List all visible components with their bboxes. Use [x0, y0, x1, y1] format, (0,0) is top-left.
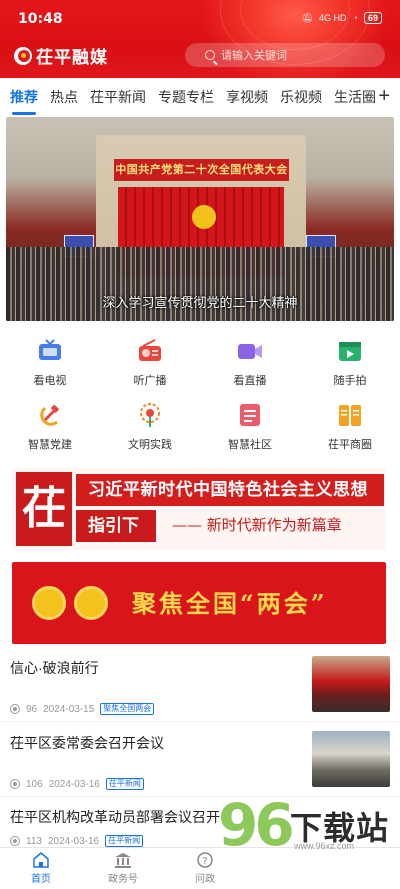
tab-share-video[interactable]: 享视频 [220, 87, 274, 107]
views-icon [10, 704, 20, 714]
network-label: 4G HD [319, 13, 347, 23]
nav-label: 问政 [195, 874, 215, 885]
news-date: 2024-03-16 [48, 778, 100, 790]
radio-icon [139, 339, 161, 361]
nav-label: 首页 [31, 874, 51, 885]
status-time: 10:48 [18, 11, 63, 27]
shortcut-grid: 看电视 听广播 看直播 随手拍 智慧党建 文明实践 智慧社区 茌平商圈 [0, 332, 400, 456]
shortcut-watch-tv[interactable]: 看电视 [0, 332, 100, 392]
watermark-number: 96 [218, 791, 295, 859]
two-sessions-banner[interactable]: 聚焦全国“两会” [12, 562, 386, 644]
svg-text:?: ? [202, 856, 207, 867]
tab-life-circle[interactable]: 生活圈 [328, 87, 382, 107]
news-meta: 113 2024-03-16 茌平新闻 [10, 835, 144, 847]
news-tag: 茌平新闻 [105, 835, 144, 847]
hero-caption: 深入学习宣传贯彻党的二十大精神 [102, 295, 298, 310]
question-icon: ? [197, 852, 213, 868]
brand-logo: 茌平融媒 [14, 43, 108, 68]
news-views: 106 [26, 778, 43, 790]
tab-hot[interactable]: 热点 [44, 87, 84, 107]
news-title: 信心·破浪前行 [10, 660, 99, 676]
party-emblem-icon [40, 404, 60, 426]
shortcut-label: 听广播 [133, 375, 167, 387]
tab-fun-video[interactable]: 乐视频 [274, 87, 328, 107]
news-views: 113 [26, 835, 42, 847]
national-emblem-icon [32, 586, 66, 620]
views-icon [10, 836, 20, 846]
news-tag: 聚焦全国两会 [100, 703, 155, 715]
cppcc-emblem-icon [74, 586, 108, 620]
hero-stage-banner: 中国共产党第二十次全国代表大会 [114, 159, 289, 181]
shortcut-listen-radio[interactable]: 听广播 [100, 332, 200, 392]
clapper-icon [339, 342, 361, 361]
shortcut-smart-community[interactable]: 智慧社区 [200, 396, 300, 456]
brand-logo-icon [14, 46, 32, 65]
shortcut-label: 文明实践 [128, 439, 172, 451]
tv-icon [39, 339, 61, 360]
book-icon [339, 405, 361, 426]
shortcut-label: 看直播 [233, 375, 267, 387]
tab-recommend[interactable]: 推荐 [0, 87, 44, 115]
news-meta: 96 2024-03-15 聚焦全国两会 [10, 703, 155, 715]
views-icon [10, 779, 20, 789]
banner-badge: 茌 [16, 472, 72, 546]
banner-line2: 指引下 [76, 510, 156, 542]
search-input[interactable]: 请输入关键词 [185, 43, 385, 67]
video-icon [238, 344, 262, 359]
party-emblem-icon [192, 205, 216, 229]
community-doc-icon [240, 404, 260, 426]
flower-icon [140, 403, 160, 427]
app-header: 10:48 🔕︎ 4G HD ◔ 69 茌平融媒 请输入关键词 [0, 0, 400, 78]
status-icons: 🔕︎ 4G HD ◔ 69 [302, 12, 382, 24]
wifi-icon: ◔ [352, 13, 358, 23]
battery-indicator: 69 [363, 12, 382, 24]
news-tag: 茌平新闻 [105, 778, 144, 790]
shortcut-watch-live[interactable]: 看直播 [200, 332, 300, 392]
channel-tabs: 推荐 热点 茌平新闻 专题专栏 享视频 乐视频 生活圈 + [0, 78, 400, 116]
home-icon [33, 852, 49, 868]
news-date: 2024-03-15 [43, 703, 95, 715]
shortcut-label: 看电视 [33, 375, 67, 387]
shortcut-civilization-practice[interactable]: 文明实践 [100, 396, 200, 456]
shortcut-label: 智慧社区 [228, 439, 272, 451]
shortcut-chiping-business[interactable]: 茌平商圈 [300, 396, 400, 456]
status-bar: 10:48 🔕︎ 4G HD ◔ 69 [0, 0, 400, 36]
search-icon [205, 50, 215, 60]
nav-label: 政务号 [108, 874, 138, 885]
news-item[interactable]: 茌平区委常委会召开会议 106 2024-03-16 茌平新闻 [0, 725, 400, 797]
news-views: 96 [26, 703, 38, 715]
xi-thought-banner[interactable]: 茌 习近平新时代中国特色社会主义思想 指引下 —— 新时代新作为新篇章 [12, 468, 386, 550]
search-placeholder: 请输入关键词 [221, 50, 287, 62]
shortcut-label: 智慧党建 [28, 439, 72, 451]
government-icon [115, 853, 131, 868]
shortcut-snapshot[interactable]: 随手拍 [300, 332, 400, 392]
nav-home[interactable]: 首页 [0, 848, 82, 889]
shortcut-label: 随手拍 [333, 375, 367, 387]
banner-slogan: —— 新时代新作为新篇章 [172, 516, 342, 534]
add-channel-button[interactable]: + [378, 85, 390, 108]
banner-line1: 习近平新时代中国特色社会主义思想 [76, 474, 384, 506]
news-title: 茌平区机构改革动员部署会议召开 [10, 809, 220, 825]
watermark-url: www.96xz.com [294, 841, 355, 851]
news-date: 2024-03-16 [47, 835, 100, 847]
nav-government[interactable]: 政务号 [82, 848, 164, 889]
site-watermark: 96 下载站 www.96xz.com [218, 795, 394, 859]
news-title: 茌平区委常委会召开会议 [10, 735, 164, 751]
banner-title: 聚焦全国“两会” [132, 589, 328, 618]
news-thumbnail [312, 656, 390, 712]
news-thumbnail [312, 731, 390, 787]
shortcut-smart-party[interactable]: 智慧党建 [0, 396, 100, 456]
tab-special-topics[interactable]: 专题专栏 [152, 87, 220, 107]
shortcut-label: 茌平商圈 [328, 439, 372, 451]
news-item[interactable]: 信心·破浪前行 96 2024-03-15 聚焦全国两会 [0, 650, 400, 722]
brand-name: 茌平融媒 [36, 48, 108, 67]
hero-carousel[interactable]: 中国共产党第二十次全国代表大会 深入学习宣传贯彻党的二十大精神 [6, 117, 394, 321]
mute-icon: 🔕︎ [301, 12, 314, 23]
tab-chiping-news[interactable]: 茌平新闻 [84, 87, 152, 107]
news-meta: 106 2024-03-16 茌平新闻 [10, 778, 144, 790]
